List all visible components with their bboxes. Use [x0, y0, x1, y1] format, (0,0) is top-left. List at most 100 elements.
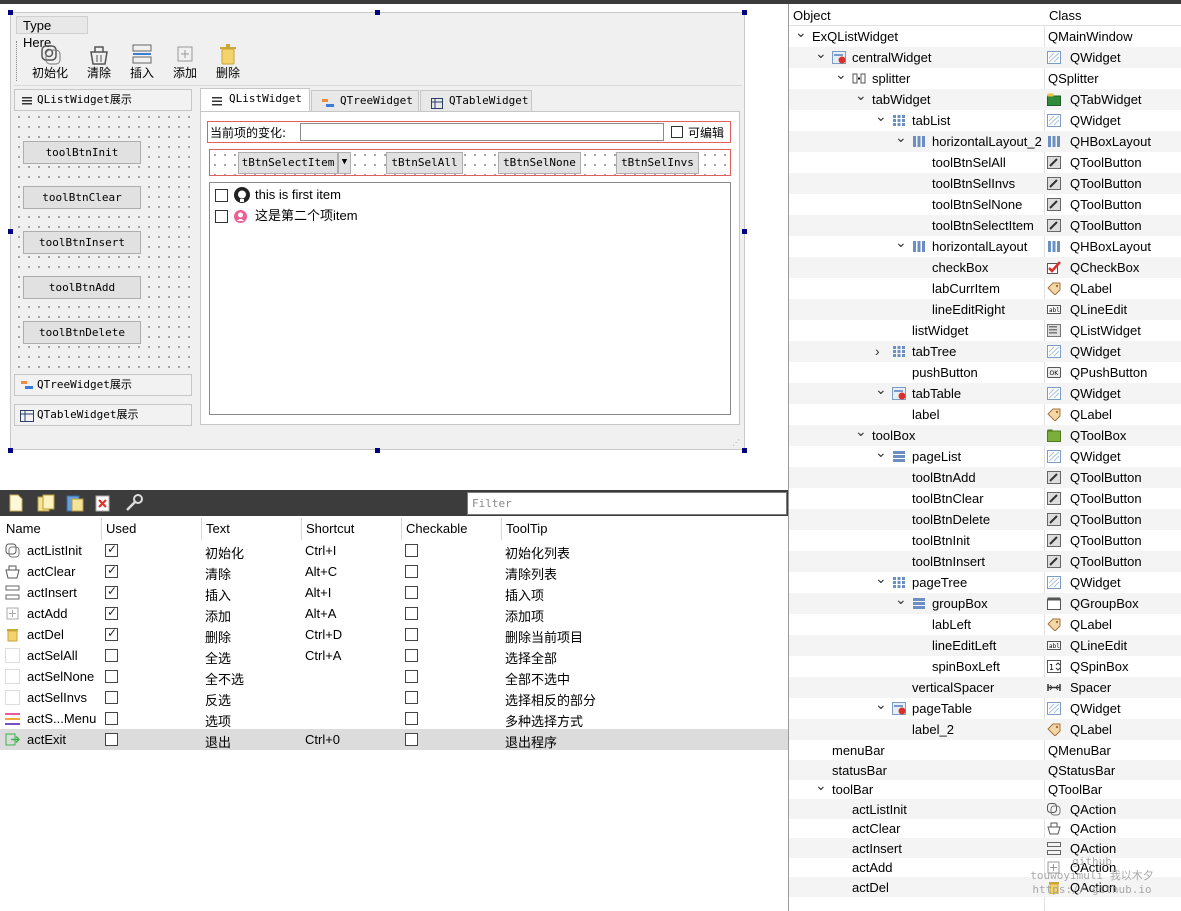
used-checkbox[interactable]	[105, 584, 118, 599]
selection-handle[interactable]	[8, 10, 13, 15]
object-tree-row[interactable]: ⌄ toolBar QToolBar	[789, 777, 1181, 799]
select-invert-button[interactable]: tBtnSelInvs	[616, 152, 699, 174]
object-tree-row[interactable]: toolBtnSelInvs QToolButton	[789, 173, 1181, 194]
used-checkbox[interactable]	[105, 691, 118, 704]
tab-qlistwidget[interactable]: QListWidget	[200, 88, 310, 112]
object-tree-row[interactable]: verticalSpacer Spacer	[789, 677, 1181, 698]
expand-arrow-down-icon[interactable]: ⌄	[875, 381, 887, 398]
selection-handle[interactable]	[375, 448, 380, 453]
object-tree-row[interactable]: toolBtnAdd QToolButton	[789, 467, 1181, 488]
checkable-checkbox[interactable]	[405, 628, 418, 641]
column-header-checkable[interactable]: Checkable	[406, 521, 467, 536]
delete-button[interactable]: 删除	[208, 38, 248, 84]
action-row[interactable]: actS...Menu 选项 多种选择方式	[0, 708, 788, 729]
object-tree-row[interactable]: statusBar QStatusBar	[789, 760, 1181, 780]
list-item[interactable]: 这是第二个项item	[215, 207, 358, 225]
expand-arrow-down-icon[interactable]: ⌄	[875, 108, 887, 125]
checkable-checkbox[interactable]	[405, 607, 418, 620]
expand-arrow-down-icon[interactable]: ⌄	[835, 66, 847, 83]
tool-btn-delete[interactable]: toolBtnDelete	[23, 321, 141, 344]
object-tree-row[interactable]: toolBtnInit QToolButton	[789, 530, 1181, 551]
editable-checkbox[interactable]	[671, 126, 683, 138]
expand-arrow-down-icon[interactable]: ⌄	[875, 444, 887, 461]
object-tree-row[interactable]: toolBtnDelete QToolButton	[789, 509, 1181, 530]
expand-arrow-down-icon[interactable]: ⌄	[875, 696, 887, 713]
used-checkbox[interactable]	[105, 670, 118, 683]
size-grip[interactable]: ⋰	[732, 439, 740, 447]
expand-arrow-down-icon[interactable]: ⌄	[855, 423, 867, 440]
selection-handle[interactable]	[8, 448, 13, 453]
used-checkbox[interactable]	[105, 542, 118, 557]
action-row[interactable]: actClear 清除 Alt+C 清除列表	[0, 561, 788, 582]
select-item-dropdown-arrow[interactable]: ▼	[338, 152, 351, 174]
tool-btn-init[interactable]: toolBtnInit	[23, 141, 141, 164]
expand-arrow-down-icon[interactable]: ⌄	[815, 45, 827, 62]
checkable-checkbox[interactable]	[405, 691, 418, 704]
object-tree-row[interactable]: labCurrItem QLabel	[789, 278, 1181, 299]
object-tree-row[interactable]: ⌄ horizontalLayout_2 QHBoxLayout	[789, 129, 1181, 152]
selection-handle[interactable]	[8, 229, 13, 234]
current-item-field[interactable]	[300, 123, 664, 141]
checkable-checkbox[interactable]	[405, 586, 418, 599]
used-checkbox[interactable]	[105, 563, 118, 578]
checkable-checkbox[interactable]	[405, 565, 418, 578]
object-tree-row[interactable]: checkBox QCheckBox	[789, 257, 1181, 278]
column-header-class[interactable]: Class	[1049, 8, 1082, 23]
toolbox-page-tree[interactable]: QTreeWidget展示	[14, 374, 192, 396]
action-filter-input[interactable]: Filter	[467, 492, 787, 515]
selection-handle[interactable]	[742, 229, 747, 234]
object-tree-row[interactable]: lineEditLeft abl QLineEdit	[789, 635, 1181, 656]
list-widget[interactable]: this is first item 这是第二个项item	[209, 182, 731, 415]
tool-btn-add[interactable]: toolBtnAdd	[23, 276, 141, 299]
action-row[interactable]: actDel 删除 Ctrl+D 删除当前项目	[0, 624, 788, 645]
expand-arrow-down-icon[interactable]: ⌄	[795, 24, 807, 41]
object-tree-row[interactable]: toolBtnInsert QToolButton	[789, 551, 1181, 572]
used-checkbox[interactable]	[105, 712, 118, 725]
action-row[interactable]: actListInit 初始化 Ctrl+I 初始化列表	[0, 540, 788, 561]
expand-arrow-down-icon[interactable]: ⌄	[855, 87, 867, 104]
selection-handle[interactable]	[742, 448, 747, 453]
object-tree-row[interactable]: toolBtnSelAll QToolButton	[789, 152, 1181, 173]
expand-arrow-down-icon[interactable]: ⌄	[895, 129, 907, 146]
column-header-object[interactable]: Object	[793, 8, 831, 23]
action-row[interactable]: actSelAll 全选 Ctrl+A 选择全部	[0, 645, 788, 666]
used-checkbox[interactable]	[105, 649, 118, 662]
action-row[interactable]: actExit 退出 Ctrl+0 退出程序	[0, 729, 788, 750]
configure-icon[interactable]	[124, 494, 143, 512]
tool-btn-clear[interactable]: toolBtnClear	[23, 186, 141, 209]
used-checkbox[interactable]	[105, 733, 118, 746]
init-button[interactable]: 初始化	[30, 38, 70, 84]
checkable-checkbox[interactable]	[405, 670, 418, 683]
tool-btn-insert[interactable]: toolBtnInsert	[23, 231, 141, 254]
object-tree-row[interactable]: actClear QAction	[789, 818, 1181, 838]
object-tree-row[interactable]: ⌄ toolBox QToolBox	[789, 423, 1181, 446]
object-tree-row[interactable]: toolBtnClear QToolButton	[789, 488, 1181, 509]
selection-handle[interactable]	[375, 10, 380, 15]
select-all-button[interactable]: tBtnSelAll	[386, 152, 463, 174]
column-header-used[interactable]: Used	[106, 521, 136, 536]
object-tree-row[interactable]: ⌄ pageList QWidget	[789, 444, 1181, 467]
column-header-text[interactable]: Text	[206, 521, 230, 536]
toolbox-page-list[interactable]: QListWidget展示	[14, 89, 192, 111]
expand-arrow-down-icon[interactable]: ⌄	[895, 591, 907, 608]
copy-action-icon[interactable]	[37, 494, 55, 512]
add-button[interactable]: 添加	[165, 38, 205, 84]
checkable-checkbox[interactable]	[405, 544, 418, 557]
object-tree-row[interactable]: ⌄ ExQListWidget QMainWindow	[789, 24, 1181, 47]
object-tree-row[interactable]: pushButton OK QPushButton	[789, 362, 1181, 383]
object-tree-row[interactable]: ⌄ tabTable QWidget	[789, 381, 1181, 404]
column-header-shortcut[interactable]: Shortcut	[306, 521, 354, 536]
object-tree-row[interactable]: listWidget QListWidget	[789, 320, 1181, 341]
object-tree-row[interactable]: labLeft QLabel	[789, 614, 1181, 635]
object-tree-row[interactable]: ⌄ groupBox QGroupBox	[789, 591, 1181, 614]
object-tree-row[interactable]: label QLabel	[789, 404, 1181, 425]
checkable-checkbox[interactable]	[405, 733, 418, 746]
expand-arrow-down-icon[interactable]: ⌄	[875, 570, 887, 587]
action-row[interactable]: actAdd 添加 Alt+A 添加项	[0, 603, 788, 624]
used-checkbox[interactable]	[105, 626, 118, 641]
object-tree-row[interactable]: actListInit QAction	[789, 799, 1181, 819]
list-item[interactable]: this is first item	[215, 186, 341, 204]
object-tree-row[interactable]: ⌄ pageTree QWidget	[789, 570, 1181, 593]
checkable-checkbox[interactable]	[405, 649, 418, 662]
action-row[interactable]: actInsert 插入 Alt+I 插入项	[0, 582, 788, 603]
